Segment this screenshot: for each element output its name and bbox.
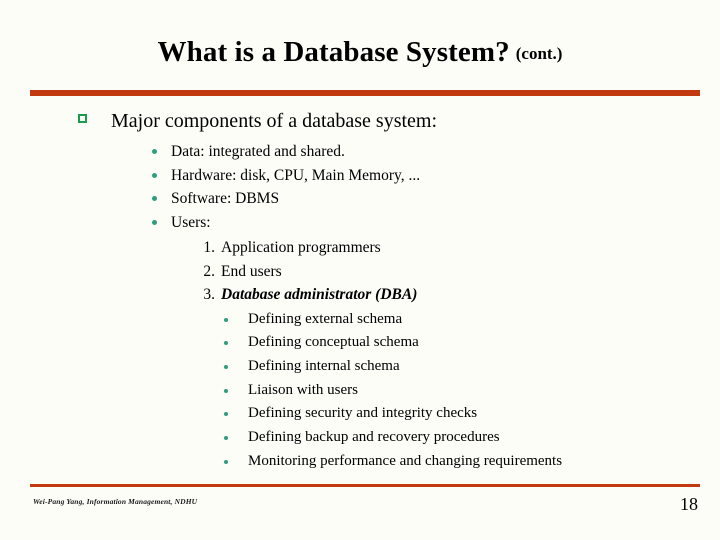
bullet-level2-list: Data: integrated and shared. Hardware: d… [0, 140, 720, 234]
list-item: Defining internal schema [0, 355, 720, 379]
round-dot-bullet-icon [224, 341, 228, 346]
list-item-label: Monitoring performance and changing requ… [248, 452, 563, 469]
round-dot-bullet-icon [224, 436, 228, 441]
list-item: Defining conceptual schema [0, 331, 720, 355]
page-title: What is a Database System? [157, 36, 510, 68]
list-item-label: Data: integrated and shared. [171, 143, 345, 160]
slide-title: What is a Database System? (cont.) [0, 36, 720, 69]
round-dot-bullet-icon [224, 459, 228, 464]
footer-divider-rule [30, 484, 700, 487]
title-divider-rule [30, 90, 700, 96]
list-item: Users: [0, 211, 720, 235]
round-dot-bullet-icon [152, 149, 157, 154]
list-item: Defining backup and recovery procedures [0, 426, 720, 450]
round-dot-bullet-icon [152, 172, 157, 178]
list-item-number: 3. [203, 286, 215, 303]
list-item-number: 2. [203, 262, 215, 280]
round-dot-bullet-icon [224, 317, 228, 322]
list-item-label: Defining internal schema [248, 357, 400, 374]
round-dot-bullet-icon [152, 219, 157, 225]
list-item: Liaison with users [0, 379, 720, 403]
list-item-label: Users: [171, 213, 211, 231]
list-item-label: Defining external schema [248, 310, 403, 327]
list-item-label: Database administrator (DBA) [221, 286, 418, 303]
round-dot-bullet-icon [224, 364, 228, 369]
bullet-level4-list: Defining external schema Defining concep… [0, 308, 720, 474]
list-item: Defining external schema [0, 308, 720, 332]
bullet-level1-label: Major components of a database system: [111, 110, 438, 132]
slide-body: Major components of a database system: D… [0, 108, 720, 473]
list-item-label: Liaison with users [248, 381, 358, 398]
list-item: Software: DBMS [0, 187, 720, 211]
list-item: Defining security and integrity checks [0, 402, 720, 426]
numbered-list-item: 1. Application programmers [0, 236, 720, 260]
round-dot-bullet-icon [224, 412, 228, 417]
list-item-label: Software: DBMS [171, 190, 280, 207]
numbered-level3-list: 1. Application programmers 2. End users … [0, 236, 720, 307]
list-item: Monitoring performance and changing requ… [0, 450, 720, 474]
hollow-square-bullet-icon [78, 114, 87, 123]
round-dot-bullet-icon [152, 196, 157, 201]
list-item: Hardware: disk, CPU, Main Memory, ... [0, 164, 720, 188]
list-item-label: Defining security and integrity checks [248, 405, 478, 422]
list-item-label: Hardware: disk, CPU, Main Memory, ... [171, 166, 421, 184]
list-item: Data: integrated and shared. [0, 140, 720, 164]
list-item-label: End users [221, 262, 282, 280]
bullet-level1: Major components of a database system: [0, 108, 720, 134]
list-item-label: Defining conceptual schema [248, 334, 419, 351]
list-item-label: Application programmers [221, 239, 381, 256]
footer-credit: Wei-Pang Yang, Information Management, N… [33, 497, 198, 506]
numbered-list-item: 2. End users [0, 260, 720, 284]
page-title-continuation: (cont.) [515, 44, 563, 63]
numbered-list-item: 3. Database administrator (DBA) [0, 283, 720, 307]
list-item-number: 1. [203, 239, 215, 256]
list-item-label: Defining backup and recovery procedures [248, 429, 500, 446]
page-number: 18 [680, 494, 698, 514]
round-dot-bullet-icon [224, 388, 228, 393]
